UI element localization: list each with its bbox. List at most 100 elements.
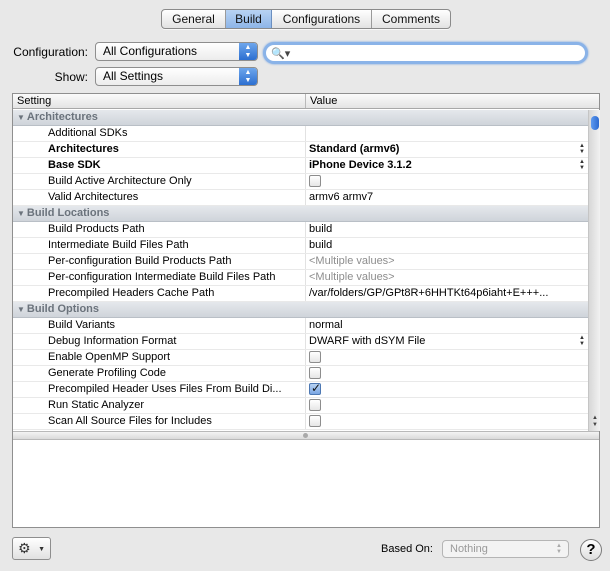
setting-name: Intermediate Build Files Path <box>13 238 306 253</box>
table-row[interactable]: Base SDK iPhone Device 3.1.2 ▲ ▼ <box>13 158 588 174</box>
search-field[interactable]: 🔍▾ <box>263 42 588 64</box>
based-on-label: Based On: <box>381 543 433 555</box>
tab-general[interactable]: General <box>162 10 226 28</box>
setting-value <box>306 174 588 189</box>
table-row[interactable]: Build Products Path build <box>13 222 588 238</box>
table-row[interactable]: Run Static Analyzer <box>13 398 588 414</box>
setting-name: Generate Profiling Code <box>13 366 306 381</box>
table-row[interactable]: Scan All Source Files for Includes <box>13 414 588 430</box>
setting-name: Per-configuration Intermediate Build Fil… <box>13 270 306 285</box>
table-row[interactable]: Precompiled Headers Cache Path /var/fold… <box>13 286 588 302</box>
table-row[interactable]: Architectures Standard (armv6) ▲ ▼ <box>13 142 588 158</box>
table-row[interactable]: Build Variants normal <box>13 318 588 334</box>
configuration-value: All Configurations <box>103 44 198 58</box>
setting-name: Precompiled Header Uses Files From Build… <box>13 382 306 397</box>
static-analyzer-checkbox[interactable] <box>309 399 321 411</box>
scan-source-files-checkbox[interactable] <box>309 415 321 427</box>
table-row[interactable]: Precompiled Header Uses Files From Build… <box>13 382 588 398</box>
search-input[interactable] <box>294 46 579 60</box>
setting-name: Build Products Path <box>13 222 306 237</box>
setting-name: Scan All Source Files for Includes <box>13 414 306 429</box>
setting-name: Architectures <box>13 142 306 157</box>
show-label: Show: <box>54 70 88 84</box>
dropdown-triangle-icon: ▼ <box>38 546 45 553</box>
setting-value[interactable]: DWARF with dSYM File ▲ ▼ <box>306 334 588 349</box>
help-button[interactable]: ? <box>580 539 602 561</box>
setting-value[interactable]: normal <box>306 318 588 333</box>
search-icon: 🔍▾ <box>271 48 291 60</box>
setting-value <box>306 350 588 365</box>
setting-name: Debug Information Format <box>13 334 306 349</box>
column-header-setting[interactable]: Setting <box>13 94 306 108</box>
column-header-value[interactable]: Value <box>306 94 599 108</box>
vertical-scrollbar[interactable]: ▲ ▼ <box>588 110 600 431</box>
table-row[interactable]: Build Active Architecture Only <box>13 174 588 190</box>
configuration-label: Configuration: <box>13 45 88 59</box>
setting-value <box>306 382 588 397</box>
profiling-code-checkbox[interactable] <box>309 367 321 379</box>
setting-name: Additional SDKs <box>13 126 306 141</box>
setting-value <box>306 414 588 429</box>
build-settings-table: Setting Value ▼ Architectures Additional… <box>12 93 600 528</box>
precompiled-header-checkbox[interactable] <box>309 382 321 396</box>
setting-value-text: Standard (armv6) <box>309 143 400 155</box>
tab-configurations[interactable]: Configurations <box>272 10 372 28</box>
table-row[interactable]: Per-configuration Intermediate Build Fil… <box>13 270 588 286</box>
section-title: Build Locations <box>26 207 110 219</box>
popup-arrows-icon[interactable]: ▲ ▼ <box>579 143 585 155</box>
section-header-build-locations[interactable]: ▼ Build Locations <box>13 206 588 222</box>
setting-value[interactable]: <Multiple values> <box>306 270 588 285</box>
popup-arrows-icon[interactable]: ▲ ▼ <box>579 159 585 171</box>
setting-value[interactable]: <Multiple values> <box>306 254 588 269</box>
show-popup[interactable]: All Settings ▲ ▼ <box>95 67 258 86</box>
table-row[interactable]: Debug Information Format DWARF with dSYM… <box>13 334 588 350</box>
section-title: Architectures <box>26 111 98 123</box>
setting-name: Base SDK <box>13 158 306 173</box>
build-active-arch-checkbox[interactable] <box>309 175 321 187</box>
table-row[interactable]: Enable OpenMP Support <box>13 350 588 366</box>
popup-arrows-icon[interactable]: ▲ ▼ <box>579 335 585 347</box>
setting-name: Build Active Architecture Only <box>13 174 306 189</box>
split-view-divider[interactable] <box>13 431 599 440</box>
gear-icon: ⚙ <box>18 540 31 556</box>
setting-value[interactable]: build <box>306 238 588 253</box>
setting-value[interactable] <box>306 126 588 141</box>
splitter-handle-icon[interactable] <box>303 433 308 438</box>
setting-value[interactable]: /var/folders/GP/GPt8R+6HHTKt64p6iaht+E++… <box>306 286 588 301</box>
disclosure-triangle-icon[interactable]: ▼ <box>17 110 25 125</box>
table-row[interactable]: Generate Profiling Code <box>13 366 588 382</box>
setting-value[interactable]: iPhone Device 3.1.2 ▲ ▼ <box>306 158 588 173</box>
tab-bar: General Build Configurations Comments <box>161 9 451 29</box>
setting-value-text: iPhone Device 3.1.2 <box>309 159 412 171</box>
tab-comments[interactable]: Comments <box>372 10 450 28</box>
table-header: Setting Value <box>13 94 599 109</box>
table-row[interactable]: Intermediate Build Files Path build <box>13 238 588 254</box>
based-on-value: Nothing <box>450 543 488 555</box>
section-header-architectures[interactable]: ▼ Architectures <box>13 110 588 126</box>
setting-name: Precompiled Headers Cache Path <box>13 286 306 301</box>
based-on-popup[interactable]: Nothing ▲ ▼ <box>442 540 569 558</box>
setting-name: Enable OpenMP Support <box>13 350 306 365</box>
tab-build[interactable]: Build <box>226 10 272 28</box>
disclosure-triangle-icon[interactable]: ▼ <box>17 206 25 221</box>
setting-value-text: DWARF with dSYM File <box>309 335 426 347</box>
disclosure-triangle-icon[interactable]: ▼ <box>17 302 25 317</box>
setting-name: Run Static Analyzer <box>13 398 306 413</box>
scroll-arrows-icon[interactable]: ▲ ▼ <box>590 415 600 429</box>
scrollbar-thumb[interactable] <box>591 116 599 130</box>
popup-arrows-icon: ▲ ▼ <box>556 543 562 555</box>
popup-arrows-icon: ▲ ▼ <box>239 43 257 60</box>
setting-value[interactable]: build <box>306 222 588 237</box>
table-row[interactable]: Additional SDKs <box>13 126 588 142</box>
show-value: All Settings <box>103 69 164 83</box>
configuration-popup[interactable]: All Configurations ▲ ▼ <box>95 42 258 61</box>
setting-value <box>306 366 588 381</box>
setting-value[interactable]: Standard (armv6) ▲ ▼ <box>306 142 588 157</box>
section-header-build-options[interactable]: ▼ Build Options <box>13 302 588 318</box>
table-row[interactable]: Valid Architectures armv6 armv7 <box>13 190 588 206</box>
action-menu-button[interactable]: ⚙ ▼ <box>12 537 51 560</box>
table-row[interactable]: Per-configuration Build Products Path <M… <box>13 254 588 270</box>
setting-value[interactable]: armv6 armv7 <box>306 190 588 205</box>
table-rows: ▼ Architectures Additional SDKs Architec… <box>13 110 588 430</box>
openmp-checkbox[interactable] <box>309 351 321 363</box>
